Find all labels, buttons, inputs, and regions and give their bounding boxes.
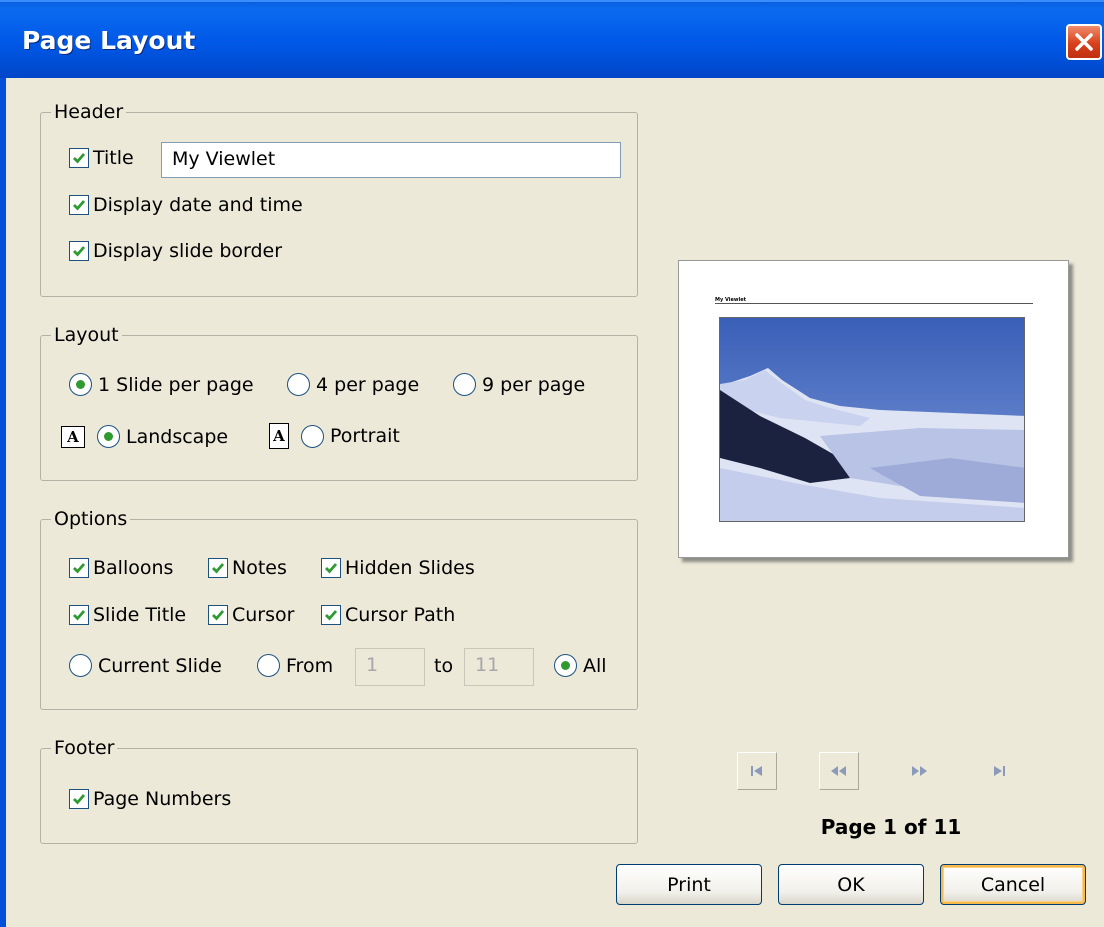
radio-1-per-page-label: 1 Slide per page	[98, 373, 254, 396]
close-button[interactable]	[1066, 24, 1102, 60]
balloons-checkbox[interactable]	[69, 558, 89, 578]
first-page-icon	[751, 766, 762, 776]
rewind-icon	[831, 766, 846, 776]
cursor-path-checkbox[interactable]	[321, 605, 341, 625]
border-checkbox-row[interactable]: Display slide border	[69, 240, 282, 262]
checkmark-icon	[212, 563, 225, 574]
landscape-row[interactable]: A Landscape	[61, 425, 228, 448]
date-time-label: Display date and time	[93, 194, 303, 216]
landscape-radio[interactable]	[97, 425, 120, 448]
radio-4-per-page-button[interactable]	[287, 373, 310, 396]
window-title: Page Layout	[22, 26, 196, 55]
portrait-row[interactable]: A Portrait	[269, 423, 400, 449]
from-radio[interactable]	[257, 654, 280, 677]
header-legend: Header	[51, 100, 127, 124]
from-input[interactable]: 1	[355, 648, 425, 686]
title-checkbox-row[interactable]: Title	[69, 147, 134, 169]
checkmark-icon	[73, 563, 86, 574]
notes-row[interactable]: Notes	[208, 557, 287, 579]
from-row[interactable]: From	[257, 654, 333, 677]
balloons-row[interactable]: Balloons	[69, 557, 173, 579]
checkmark-icon	[73, 610, 86, 621]
to-input[interactable]: 11	[464, 648, 534, 686]
preview-header-rule	[715, 303, 1033, 304]
radio-4-per-page-label: 4 per page	[316, 373, 420, 396]
landscape-icon: A	[61, 425, 85, 448]
from-label: From	[286, 654, 334, 677]
preview-slide-image	[719, 317, 1025, 522]
options-group: Options Balloons Notes Hidden Slides Sli…	[40, 507, 638, 710]
balloons-label: Balloons	[93, 557, 174, 579]
cursor-path-label: Cursor Path	[345, 604, 456, 626]
cursor-path-row[interactable]: Cursor Path	[321, 604, 455, 626]
print-button[interactable]: Print	[616, 864, 762, 905]
title-checkbox[interactable]	[69, 148, 89, 168]
hidden-slides-checkbox[interactable]	[321, 558, 341, 578]
radio-9-per-page[interactable]: 9 per page	[453, 373, 585, 396]
next-page-button[interactable]	[899, 752, 939, 790]
previous-page-button[interactable]	[819, 752, 859, 790]
current-slide-radio[interactable]	[69, 654, 92, 677]
current-slide-label: Current Slide	[98, 654, 222, 677]
cursor-row[interactable]: Cursor	[208, 604, 294, 626]
radio-9-per-page-button[interactable]	[453, 373, 476, 396]
cursor-checkbox[interactable]	[208, 605, 228, 625]
date-checkbox-row[interactable]: Display date and time	[69, 194, 303, 216]
hidden-slides-row[interactable]: Hidden Slides	[321, 557, 475, 579]
title-input[interactable]: My Viewlet	[161, 142, 621, 178]
to-label: to	[434, 655, 454, 677]
portrait-label: Portrait	[330, 425, 400, 447]
radio-9-per-page-label: 9 per page	[482, 373, 586, 396]
ok-button[interactable]: OK	[778, 864, 924, 905]
slide-border-label: Display slide border	[93, 240, 283, 262]
all-row[interactable]: All	[554, 654, 607, 677]
all-radio[interactable]	[554, 654, 577, 677]
slide-border-checkbox[interactable]	[69, 241, 89, 261]
page-numbers-row[interactable]: Page Numbers	[69, 788, 231, 810]
date-time-checkbox[interactable]	[69, 195, 89, 215]
checkmark-icon	[212, 610, 225, 621]
checkmark-icon	[73, 794, 86, 805]
radio-1-per-page[interactable]: 1 Slide per page	[69, 373, 254, 396]
page-numbers-label: Page Numbers	[93, 788, 232, 810]
window-frame	[0, 78, 6, 927]
options-legend: Options	[51, 507, 131, 531]
portrait-radio[interactable]	[301, 424, 324, 448]
layout-legend: Layout	[51, 323, 122, 347]
first-page-button[interactable]	[737, 752, 777, 790]
close-icon	[1075, 33, 1093, 51]
radio-1-per-page-button[interactable]	[69, 373, 92, 396]
last-page-button[interactable]	[979, 752, 1019, 790]
cancel-button[interactable]: Cancel	[940, 864, 1086, 905]
page-numbers-checkbox[interactable]	[69, 789, 89, 809]
hidden-slides-label: Hidden Slides	[345, 557, 475, 579]
radio-4-per-page[interactable]: 4 per page	[287, 373, 419, 396]
notes-label: Notes	[232, 557, 287, 579]
page-indicator: Page 1 of 11	[820, 815, 962, 839]
all-label: All	[583, 654, 607, 677]
slide-title-checkbox[interactable]	[69, 605, 89, 625]
checkmark-icon	[73, 153, 86, 164]
landscape-label: Landscape	[126, 425, 229, 448]
slide-title-label: Slide Title	[93, 604, 187, 626]
footer-legend: Footer	[51, 736, 118, 760]
notes-checkbox[interactable]	[208, 558, 228, 578]
portrait-icon: A	[269, 423, 289, 449]
cursor-label: Cursor	[232, 604, 295, 626]
current-slide-row[interactable]: Current Slide	[69, 654, 222, 677]
footer-group: Footer Page Numbers	[40, 736, 638, 844]
header-group: Header Title My Viewlet Display date and…	[40, 100, 638, 297]
layout-group: Layout 1 Slide per page 4 per page 9 per…	[40, 323, 638, 481]
checkmark-icon	[73, 246, 86, 257]
slide-title-row[interactable]: Slide Title	[69, 604, 186, 626]
checkmark-icon	[325, 610, 338, 621]
page-preview: My Viewlet	[678, 260, 1069, 558]
checkmark-icon	[73, 200, 86, 211]
checkmark-icon	[325, 563, 338, 574]
last-page-icon	[994, 766, 1005, 776]
title-checkbox-label: Title	[93, 147, 134, 169]
title-bar[interactable]: Page Layout	[0, 0, 1104, 78]
fast-forward-icon	[912, 766, 927, 776]
